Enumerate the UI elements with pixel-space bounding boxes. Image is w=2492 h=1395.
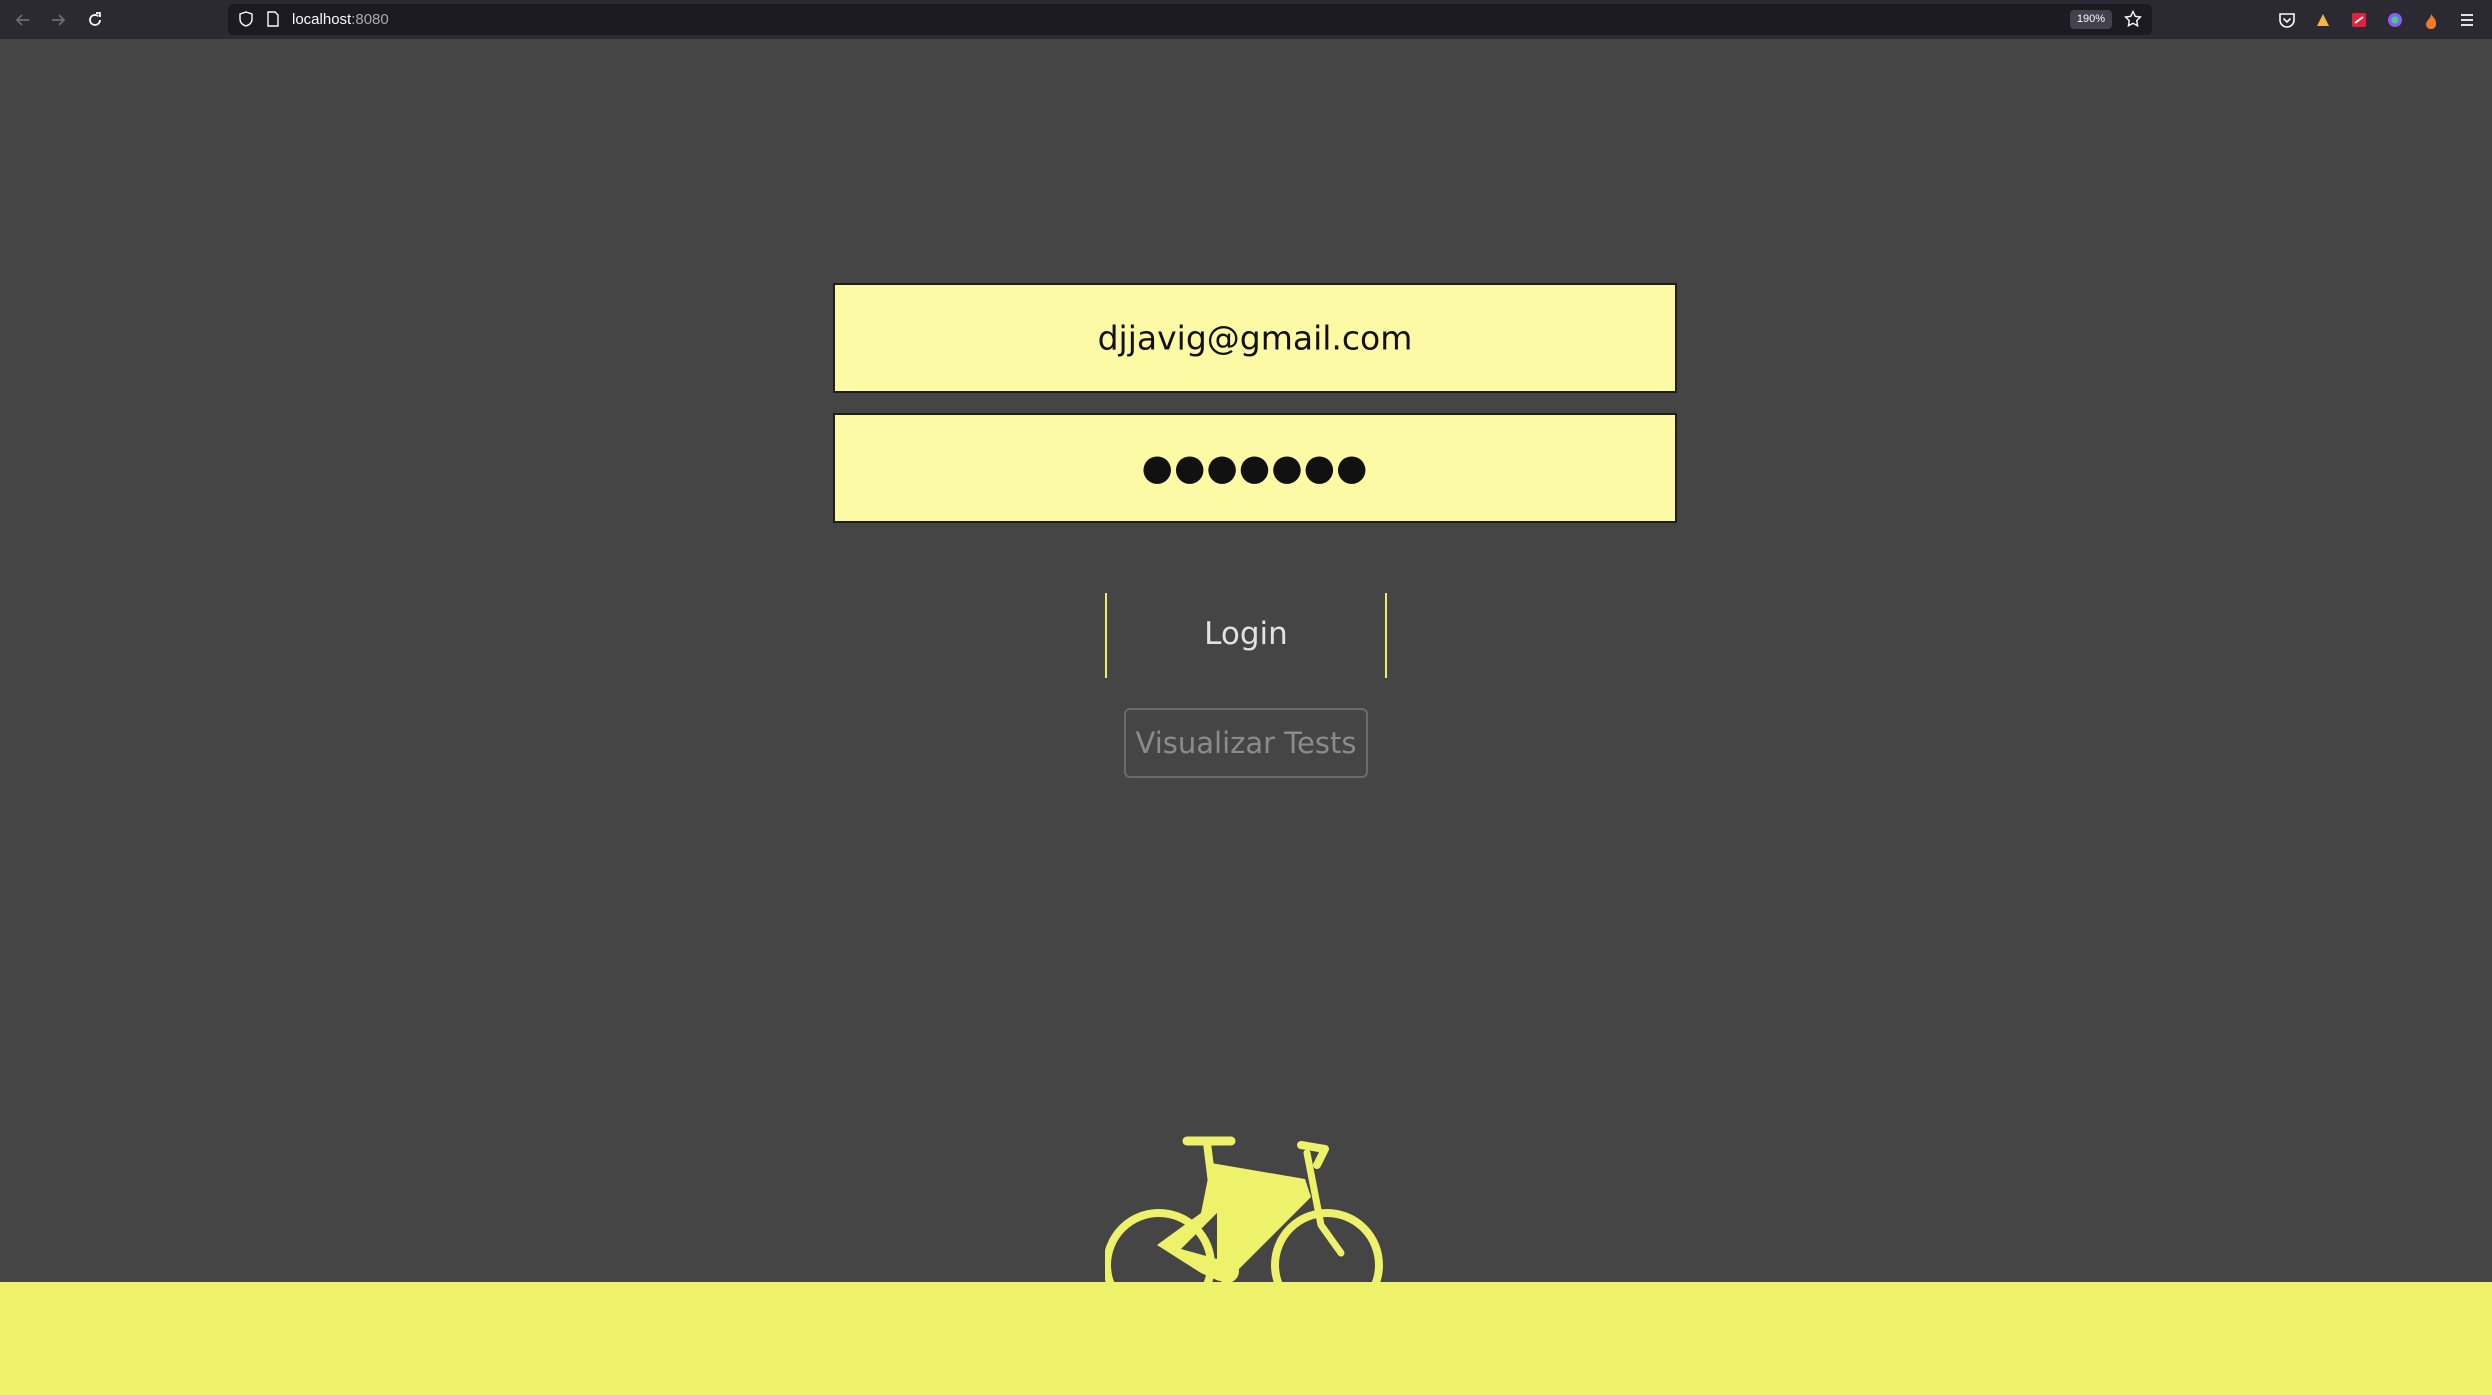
browser-toolbar: localhost:8080 190% [0, 0, 2492, 39]
password-value: ●●●●●●● [1141, 447, 1369, 489]
url-text[interactable]: localhost:8080 [292, 11, 389, 28]
login-page: djjavig@gmail.com ●●●●●●● Login Visualiz… [0, 39, 2492, 1395]
zoom-level-badge[interactable]: 190% [2069, 10, 2112, 29]
shield-icon[interactable] [238, 11, 254, 31]
extension-icon[interactable] [2311, 8, 2335, 32]
forward-arrow-icon[interactable] [45, 7, 71, 33]
url-port: :8080 [351, 11, 389, 28]
url-bar[interactable]: localhost:8080 190% [228, 4, 2152, 35]
email-value: djjavig@gmail.com [1097, 318, 1413, 358]
page-icon [266, 11, 280, 31]
extension-icon[interactable] [2383, 8, 2407, 32]
url-host: localhost [292, 11, 352, 28]
menu-icon[interactable] [2455, 8, 2479, 32]
extension-icon[interactable] [2347, 8, 2371, 32]
reload-icon[interactable] [82, 7, 108, 33]
login-button[interactable]: Login [1105, 593, 1387, 678]
footer-bar [0, 1282, 2492, 1395]
email-field[interactable]: djjavig@gmail.com [833, 283, 1677, 393]
star-icon[interactable] [2123, 9, 2143, 32]
password-field[interactable]: ●●●●●●● [833, 413, 1677, 523]
back-arrow-icon[interactable] [10, 7, 36, 33]
extension-icon[interactable] [2419, 8, 2443, 32]
visualizar-tests-button[interactable]: Visualizar Tests [1124, 708, 1368, 778]
pocket-icon[interactable] [2275, 8, 2299, 32]
